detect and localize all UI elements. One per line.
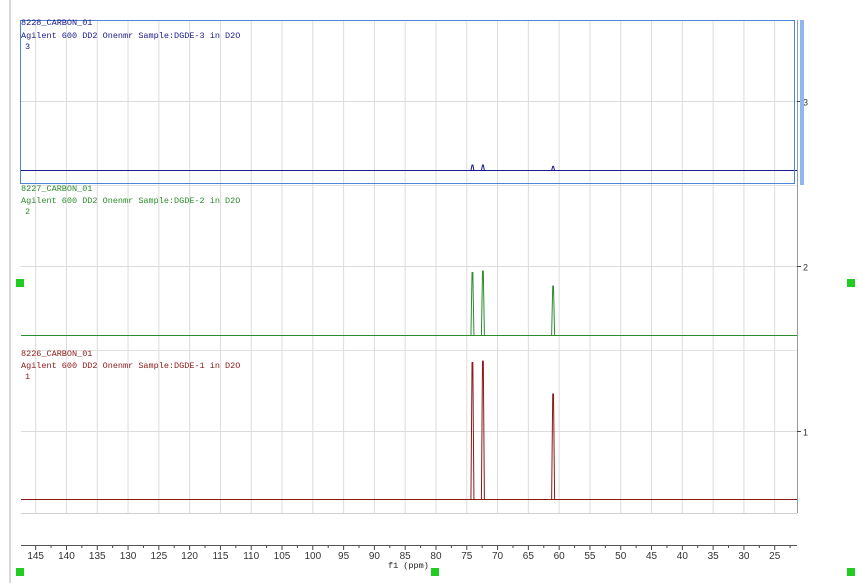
x-tick-label: 80 xyxy=(430,551,442,562)
spectrum-1-id: 8226_CARBON_01 xyxy=(21,349,93,359)
spectrum-3-id: 8228_CARBON_01 xyxy=(21,18,93,28)
spectrum-2-peak xyxy=(480,270,485,336)
spectrum-1-number: 1 xyxy=(25,372,31,382)
x-tick-label: 105 xyxy=(274,551,291,562)
x-tick-label: 30 xyxy=(738,551,750,562)
x-tick-label: 40 xyxy=(677,551,689,562)
spectrum-1-description: Agilent 600 DD2 Onenmr Sample:DGDE-1 in … xyxy=(21,361,241,371)
x-tick-label: 25 xyxy=(769,551,781,562)
x-tick-label: 75 xyxy=(461,551,473,562)
selected-spectrum-scrollbar[interactable] xyxy=(800,20,804,185)
x-tick-label: 130 xyxy=(120,551,137,562)
spectrum-2-number: 2 xyxy=(25,207,31,217)
x-tick-label: 125 xyxy=(150,551,167,562)
x-tick-label: 120 xyxy=(181,551,198,562)
resize-handle-bottom-right[interactable] xyxy=(847,568,855,576)
selected-spectrum-frame[interactable] xyxy=(20,20,795,184)
x-tick-label: 50 xyxy=(615,551,627,562)
x-axis-label: f1 (ppm) xyxy=(388,561,429,571)
y-tick-label: 1 xyxy=(803,428,808,438)
x-tick-label: 95 xyxy=(338,551,350,562)
x-tick-label: 70 xyxy=(492,551,504,562)
x-tick-label: 65 xyxy=(523,551,535,562)
spectrum-1-peak xyxy=(480,360,485,500)
x-tick-label: 35 xyxy=(708,551,720,562)
x-tick-label: 140 xyxy=(58,551,75,562)
spectrum-3-number: 3 xyxy=(25,42,31,52)
resize-handle-right[interactable] xyxy=(847,279,855,287)
resize-handle-bottom-left[interactable] xyxy=(16,568,24,576)
spectrum-2-id: 8227_CARBON_01 xyxy=(21,184,93,194)
resize-handle-left[interactable] xyxy=(16,279,24,287)
spectrum-2-peak xyxy=(470,271,475,336)
x-tick-label: 60 xyxy=(554,551,566,562)
x-tick-label: 110 xyxy=(243,551,259,562)
x-tick-label: 135 xyxy=(89,551,106,562)
resize-handle-bottom[interactable] xyxy=(431,568,439,576)
x-tick-label: 90 xyxy=(369,551,381,562)
spectrum-2-description: Agilent 600 DD2 Onenmr Sample:DGDE-2 in … xyxy=(21,196,241,206)
x-tick-label: 55 xyxy=(584,551,596,562)
y-tick-label: 2 xyxy=(803,263,808,273)
spectrum-3-description: Agilent 600 DD2 Onenmr Sample:DGDE-3 in … xyxy=(21,31,241,41)
x-tick-label: 145 xyxy=(27,551,44,562)
x-tick-label: 115 xyxy=(212,551,228,562)
spectrum-2-peak xyxy=(551,285,556,336)
x-tick-label: 100 xyxy=(304,551,321,562)
x-tick-label: 45 xyxy=(646,551,658,562)
spectrum-1-peak xyxy=(551,393,556,500)
